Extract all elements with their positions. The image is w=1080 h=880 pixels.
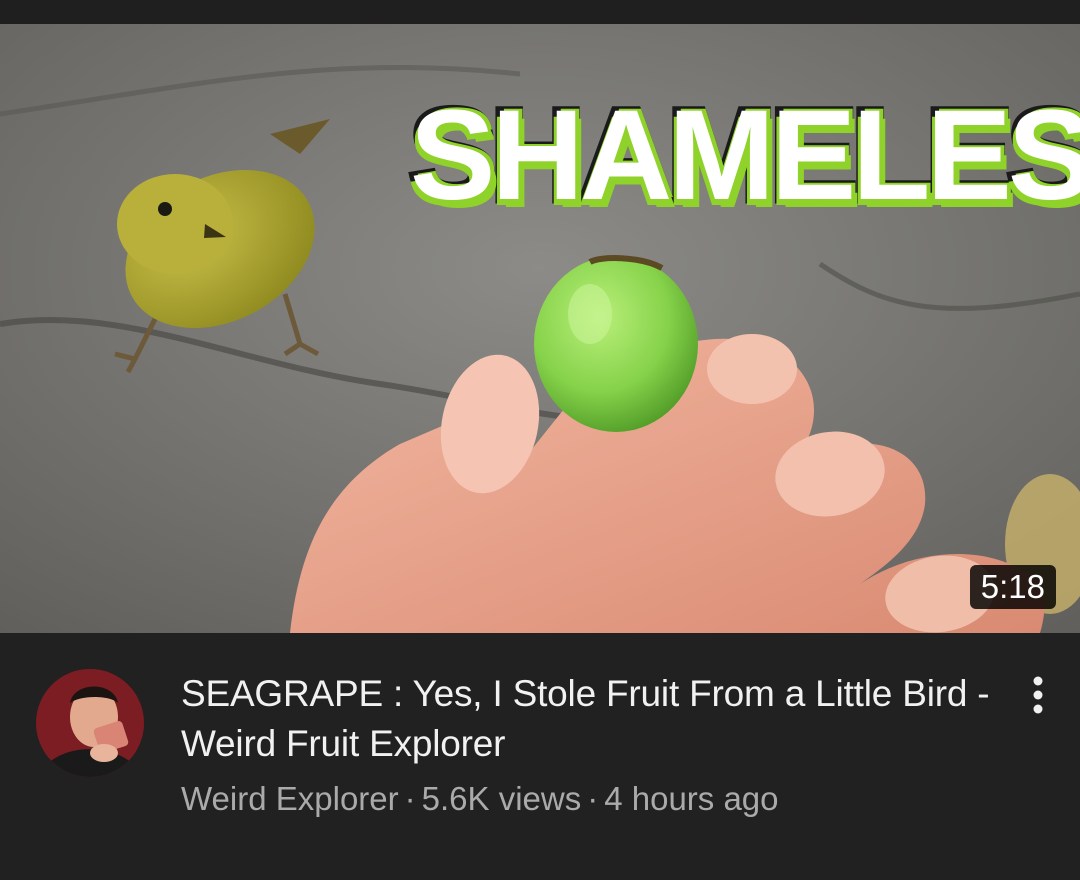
view-count: 5.6K views (421, 780, 582, 817)
separator: · (587, 780, 599, 817)
video-metadata-line: Weird Explorer · 5.6K views · 4 hours ago (181, 777, 779, 821)
seagrape-fruit (534, 255, 698, 432)
top-divider (0, 0, 1080, 24)
upload-age: 4 hours ago (604, 780, 779, 817)
channel-avatar[interactable] (36, 669, 144, 777)
video-card[interactable]: SHAMELESS 5:18 SEAGRAPE : Yes, I Stole F… (0, 0, 1080, 880)
thumbnail-overlay-text: SHAMELESS (406, 84, 1080, 227)
more-options-button[interactable] (1016, 673, 1060, 717)
more-vertical-icon (1033, 676, 1043, 714)
separator: · (404, 780, 416, 817)
video-thumbnail[interactable]: SHAMELESS 5:18 (0, 24, 1080, 633)
video-title[interactable]: SEAGRAPE : Yes, I Stole Fruit From a Lit… (181, 669, 991, 769)
channel-name[interactable]: Weird Explorer (181, 780, 399, 817)
video-duration-badge: 5:18 (969, 565, 1056, 609)
avatar-image (36, 669, 144, 777)
video-details: SEAGRAPE : Yes, I Stole Fruit From a Lit… (0, 633, 1080, 880)
